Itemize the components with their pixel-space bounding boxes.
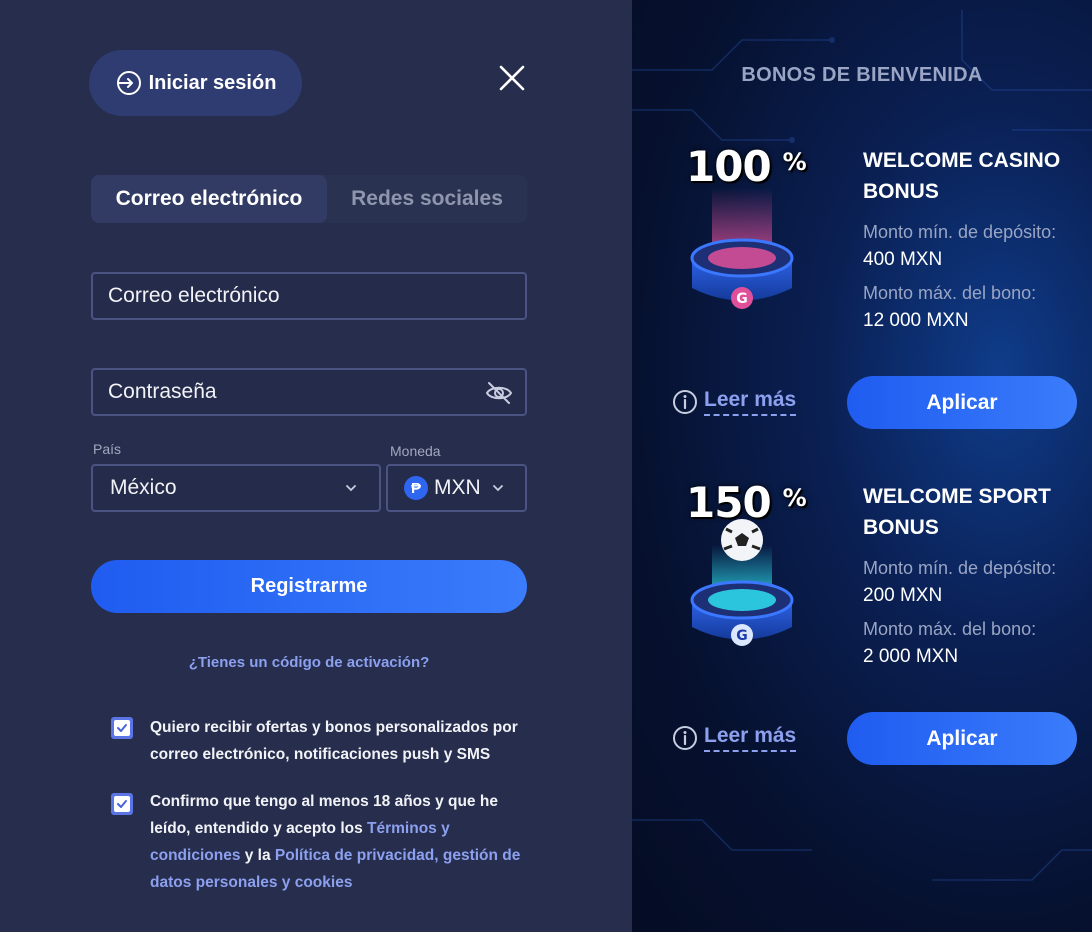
close-icon[interactable] <box>496 62 528 94</box>
country-label: País <box>93 441 122 457</box>
casino-read-more-label: Leer más <box>704 388 797 416</box>
svg-text:G: G <box>736 628 748 644</box>
offers-consent-text: Quiero recibir ofertas y bonos personali… <box>150 714 530 768</box>
register-button[interactable]: Registrarme <box>91 560 527 613</box>
registration-panel: Iniciar sesión Correo electrónico Redes … <box>0 0 632 932</box>
age-terms-consent-text: Confirmo que tengo al menos 18 años y qu… <box>150 788 530 896</box>
percent-sign: % <box>782 148 807 176</box>
terms-line-1: Confirmo que tengo al menos 18 años y qu… <box>150 793 498 810</box>
casino-bonus-name: WELCOME CASINO BONUS <box>863 145 1060 207</box>
login-label: Iniciar sesión <box>148 71 277 94</box>
casino-puck-icon: G <box>690 188 794 309</box>
login-button[interactable]: Iniciar sesión <box>89 50 302 116</box>
age-terms-checkbox[interactable] <box>111 793 133 815</box>
offers-line-2: correo electrónico, notificaciones push … <box>150 746 491 763</box>
currency-label: Moneda <box>390 443 441 459</box>
offers-line-1: Quiero recibir ofertas y bonos personali… <box>150 719 518 736</box>
sport-max-bonus-value: 2 000 MXN <box>863 646 959 667</box>
circuit-background <box>632 10 1092 881</box>
offers-checkbox[interactable] <box>111 717 133 739</box>
terms-line-2: leído, entendido y acepto los Términos y <box>150 815 530 842</box>
privacy-link[interactable]: Política de privacidad, gestión de <box>275 847 520 864</box>
country-select[interactable]: México <box>91 464 381 512</box>
currency-value: MXN <box>434 476 481 499</box>
info-icon <box>673 390 697 414</box>
password-field-wrapper <box>91 368 527 416</box>
welcome-bonuses-panel: BONOS DE BIENVENIDA 100% G WELCOME CASIN… <box>632 0 1092 932</box>
tab-email[interactable]: Correo electrónico <box>91 175 327 223</box>
email-field[interactable] <box>108 284 525 308</box>
bonuses-title: BONOS DE BIENVENIDA <box>741 64 983 86</box>
password-field[interactable] <box>108 380 525 404</box>
sport-read-more-label: Leer más <box>704 724 797 752</box>
chevron-down-icon <box>346 485 356 492</box>
sport-min-deposit-value: 200 MXN <box>863 585 943 606</box>
casino-max-bonus-label: Monto máx. del bono: <box>863 283 1037 303</box>
casino-read-more-link[interactable]: Leer más <box>672 388 797 416</box>
activation-code-link[interactable]: ¿Tienes un código de activación? <box>91 654 527 671</box>
sport-bonus-name: WELCOME SPORT BONUS <box>863 481 1051 543</box>
checkmark-icon <box>117 800 127 808</box>
casino-name-2: BONUS <box>863 180 939 203</box>
sport-min-deposit-label: Monto mín. de depósito: <box>863 558 1057 578</box>
sport-puck-icon: G <box>690 519 794 646</box>
info-icon <box>673 726 697 750</box>
casino-min-deposit-label: Monto mín. de depósito: <box>863 222 1057 242</box>
peso-icon: ₱ <box>404 476 428 500</box>
currency-select[interactable]: ₱ MXN <box>386 464 527 512</box>
sport-apply-button[interactable]: Aplicar <box>847 712 1077 765</box>
and-text: y la <box>240 847 275 864</box>
sport-max-bonus-label: Monto máx. del bono: <box>863 619 1037 639</box>
chevron-down-icon <box>493 485 503 492</box>
checkmark-icon <box>117 724 127 732</box>
login-icon <box>116 71 141 95</box>
percent-sign: % <box>782 484 807 512</box>
terms-link-cont[interactable]: condiciones <box>150 847 240 864</box>
sport-read-more-link[interactable]: Leer más <box>672 724 797 752</box>
terms-prefix: leído, entendido y acepto los <box>150 820 368 837</box>
tab-social[interactable]: Redes sociales <box>327 175 527 223</box>
casino-apply-button[interactable]: Aplicar <box>847 376 1077 429</box>
country-value: México <box>110 476 177 499</box>
svg-text:G: G <box>736 291 748 307</box>
sport-name-1: WELCOME SPORT <box>863 485 1051 508</box>
privacy-link-cont[interactable]: datos personales y cookies <box>150 874 352 891</box>
casino-percent-value: 100 <box>686 142 772 191</box>
sport-name-2: BONUS <box>863 516 939 539</box>
casino-max-bonus-value: 12 000 MXN <box>863 310 969 331</box>
terms-link[interactable]: Términos y <box>367 820 450 837</box>
auth-tabs: Correo electrónico Redes sociales <box>91 175 527 223</box>
casino-name-1: WELCOME CASINO <box>863 149 1061 172</box>
casino-bonus-percent: 100% <box>686 142 807 191</box>
terms-line-4: datos personales y cookies <box>150 869 530 896</box>
terms-line-3: condiciones y la Política de privacidad,… <box>150 842 530 869</box>
casino-min-deposit-value: 400 MXN <box>863 249 943 270</box>
eye-off-icon[interactable] <box>485 381 513 405</box>
email-field-wrapper <box>91 272 527 320</box>
